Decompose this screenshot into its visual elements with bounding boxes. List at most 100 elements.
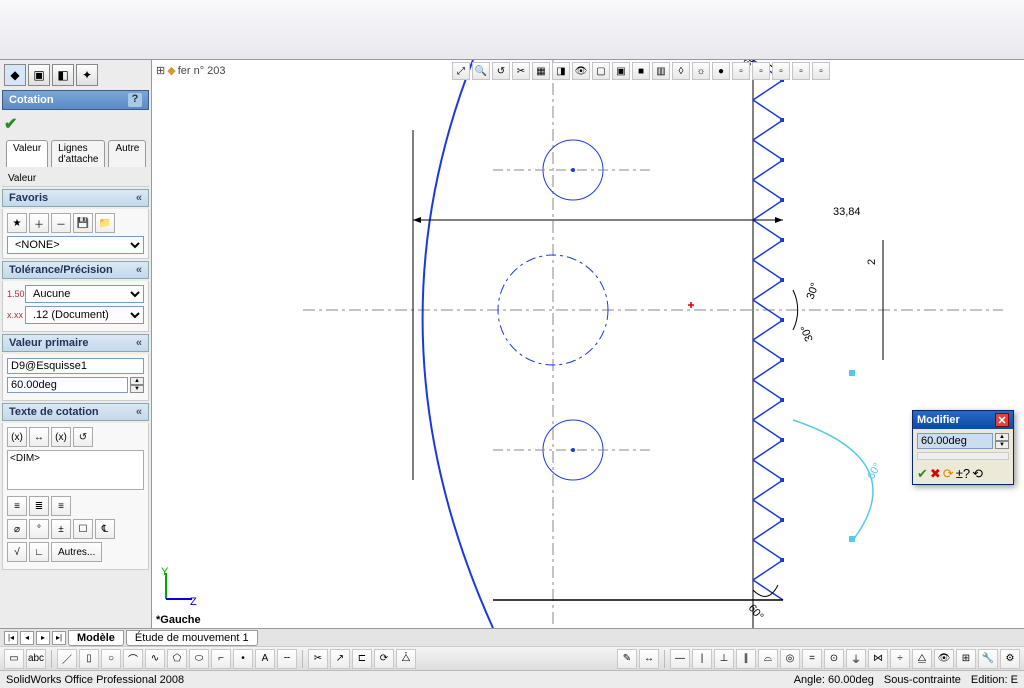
close-icon[interactable]: ✕: [995, 413, 1009, 427]
cancel-icon[interactable]: ✖: [930, 466, 941, 482]
tolerance-header[interactable]: Tolérance/Précision «: [2, 261, 149, 279]
txt-reset-icon[interactable]: ↺: [73, 427, 93, 447]
sym-diam-icon[interactable]: ⌀: [7, 519, 27, 539]
dim-name-input[interactable]: [7, 358, 144, 374]
rel-merge-icon[interactable]: ⋈: [868, 649, 888, 669]
view-orient-icon[interactable]: ▦: [532, 62, 550, 80]
dimxpert-tab-icon[interactable]: ✦: [76, 64, 98, 86]
tab-valeur[interactable]: Valeur: [6, 140, 48, 167]
sym-more1-icon[interactable]: √: [7, 542, 27, 562]
ok-check-icon[interactable]: ✔: [4, 116, 17, 133]
select-icon[interactable]: ▭: [4, 649, 24, 669]
fav-apply-icon[interactable]: ★: [7, 213, 27, 233]
expand-icon[interactable]: ⊞: [156, 64, 165, 77]
text-icon[interactable]: A: [255, 649, 275, 669]
primary-header[interactable]: Valeur primaire «: [2, 334, 149, 352]
align-c-icon[interactable]: ≣: [29, 496, 49, 516]
chevron-up-icon[interactable]: «: [136, 264, 142, 276]
dimtext-header[interactable]: Texte de cotation «: [2, 403, 149, 421]
more2-icon[interactable]: ▫: [752, 62, 770, 80]
chevron-up-icon[interactable]: «: [136, 337, 142, 349]
fav-add-icon[interactable]: ＋: [29, 213, 49, 233]
hide-show-icon[interactable]: 👁: [572, 62, 590, 80]
tolerance-type-select[interactable]: Aucune: [25, 285, 144, 303]
precision-select[interactable]: .12 (Document): [25, 306, 144, 324]
spin-down-icon[interactable]: ▼: [995, 441, 1009, 449]
more1-icon[interactable]: ▫: [732, 62, 750, 80]
ellipse-icon[interactable]: ⬭: [189, 649, 209, 669]
tab-nav-next-icon[interactable]: ▸: [36, 631, 50, 645]
circle-icon[interactable]: ○: [101, 649, 121, 669]
sym-more2-icon[interactable]: ∟: [29, 542, 49, 562]
favoris-header[interactable]: Favoris «: [2, 189, 149, 207]
shadow-icon[interactable]: ▥: [652, 62, 670, 80]
perspective-icon[interactable]: ◊: [672, 62, 690, 80]
tab-autre[interactable]: Autre: [108, 140, 146, 167]
zoom-area-icon[interactable]: 🔍: [472, 62, 490, 80]
dimtext-box[interactable]: [7, 450, 144, 490]
property-tab-icon[interactable]: ▣: [28, 64, 50, 86]
shaded-edges-icon[interactable]: ▣: [612, 62, 630, 80]
line-icon[interactable]: ／: [57, 649, 77, 669]
centerline-icon[interactable]: ╌: [277, 649, 297, 669]
tab-lignes[interactable]: Lignes d'attache: [51, 140, 105, 167]
rel-para-icon[interactable]: ∥: [736, 649, 756, 669]
favoris-select[interactable]: <NONE>: [7, 236, 144, 254]
rel-sym-icon[interactable]: ⧋: [912, 649, 932, 669]
fillet-icon[interactable]: ⌐: [211, 649, 231, 669]
sketch-canvas[interactable]: 33,84 2 30° 30° 60° 60° 60°: [152, 60, 1024, 628]
fav-del-icon[interactable]: －: [51, 213, 71, 233]
display-style-icon[interactable]: ◨: [552, 62, 570, 80]
modify-value-input[interactable]: [917, 433, 993, 449]
rel-tan-icon[interactable]: ⌓: [758, 649, 778, 669]
point-icon[interactable]: •: [233, 649, 253, 669]
offset-icon[interactable]: ⊏: [352, 649, 372, 669]
spin-up-icon[interactable]: ▲: [995, 433, 1009, 441]
rel-fix-icon[interactable]: ⏚: [846, 649, 866, 669]
more-symbols-button[interactable]: Autres...: [51, 542, 102, 562]
graphics-area[interactable]: ⊞ ◆ fer n° 203 ⤢ 🔍 ↺ ✂ ▦ ◨ 👁 ▢ ▣ ■ ▥ ◊ ☼…: [152, 60, 1024, 628]
polygon-icon[interactable]: ⬠: [167, 649, 187, 669]
sym-sq-icon[interactable]: ☐: [73, 519, 93, 539]
appearance-icon[interactable]: ●: [712, 62, 730, 80]
section-icon[interactable]: ✂: [512, 62, 530, 80]
repair-icon[interactable]: 🔧: [978, 649, 998, 669]
arc-icon[interactable]: ⌒: [123, 649, 143, 669]
spin-down-icon[interactable]: ▼: [130, 385, 144, 393]
smart-dim-icon[interactable]: ↔: [639, 649, 659, 669]
sketch-btn-icon[interactable]: ✎: [617, 649, 637, 669]
align-l-icon[interactable]: ≡: [7, 496, 27, 516]
feature-manager-tab-icon[interactable]: ◆: [4, 64, 26, 86]
modify-slider[interactable]: [917, 452, 1009, 460]
txt-center-icon[interactable]: ↔: [29, 427, 49, 447]
scene-icon[interactable]: ☼: [692, 62, 710, 80]
quick-snap-icon[interactable]: ⊞: [956, 649, 976, 669]
sym-deg-icon[interactable]: °: [29, 519, 49, 539]
txt-left-icon[interactable]: (x): [7, 427, 27, 447]
more4-icon[interactable]: ▫: [792, 62, 810, 80]
options-icon[interactable]: ⚙: [1000, 649, 1020, 669]
help-icon[interactable]: ?: [128, 93, 142, 107]
rel-vert-icon[interactable]: |: [692, 649, 712, 669]
tab-nav-prev-icon[interactable]: ◂: [20, 631, 34, 645]
convert-icon[interactable]: ⟳: [374, 649, 394, 669]
wireframe-icon[interactable]: ▢: [592, 62, 610, 80]
rel-midpt-icon[interactable]: ÷: [890, 649, 910, 669]
rel-coinc-icon[interactable]: ⊙: [824, 649, 844, 669]
shaded-icon[interactable]: ■: [632, 62, 650, 80]
tab-nav-first-icon[interactable]: |◂: [4, 631, 18, 645]
sym-pm-icon[interactable]: ±: [51, 519, 71, 539]
spin-up-icon[interactable]: ▲: [130, 377, 144, 385]
tab-nav-last-icon[interactable]: ▸|: [52, 631, 66, 645]
rebuild-icon[interactable]: ⟳: [943, 466, 954, 482]
zoom-fit-icon[interactable]: ⤢: [452, 62, 470, 80]
extend-icon[interactable]: ↗: [330, 649, 350, 669]
reverse-icon[interactable]: ±?: [956, 466, 970, 482]
spell-icon[interactable]: abc: [26, 649, 46, 669]
reset-icon[interactable]: ⟲: [972, 466, 983, 482]
more3-icon[interactable]: ▫: [772, 62, 790, 80]
align-r-icon[interactable]: ≡: [51, 496, 71, 516]
rel-perp-icon[interactable]: ⊥: [714, 649, 734, 669]
more5-icon[interactable]: ▫: [812, 62, 830, 80]
rel-horiz-icon[interactable]: —: [670, 649, 690, 669]
